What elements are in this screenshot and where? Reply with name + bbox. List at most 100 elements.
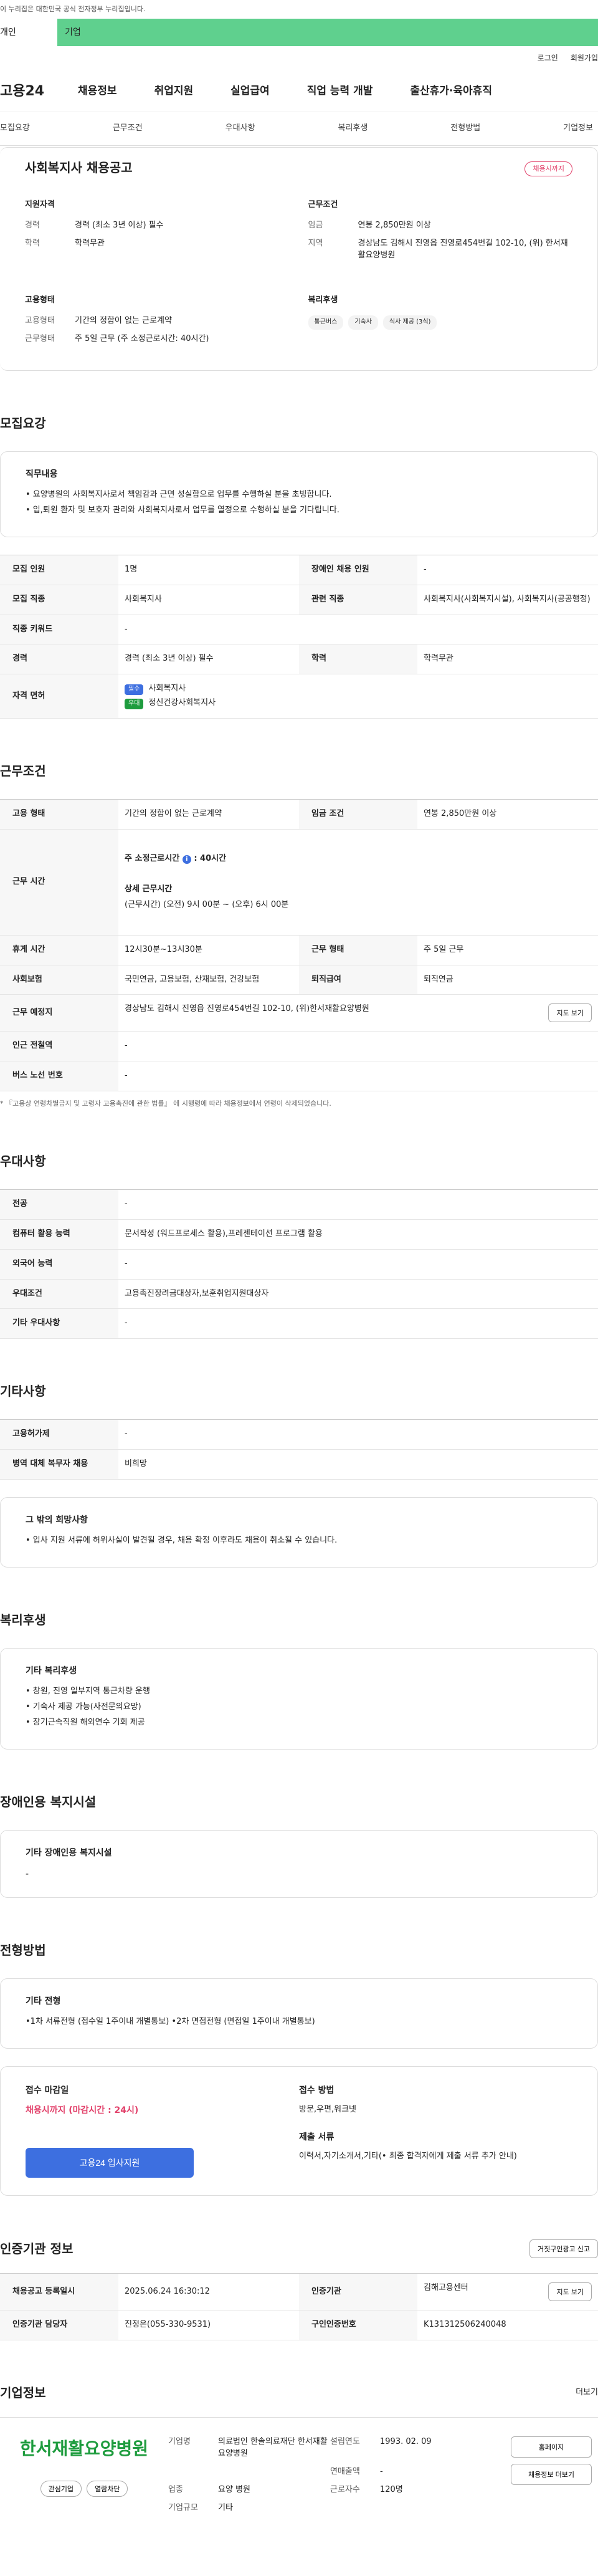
gnb-jobs[interactable]: 채용정보 <box>78 84 117 99</box>
welfare-chip: 통근버스 <box>308 315 344 330</box>
cert-table: 채용공고 등록일시 2025.06.24 16:30:12 인증기관 김해고용센터 지도… <box>0 2273 598 2341</box>
row-value: 국민연금, 고용보험, 산재보험, 건강보험 <box>118 965 299 995</box>
row-key: 모집 직종 <box>0 585 118 615</box>
info-key: 근로자수 <box>330 2484 360 2494</box>
table-row: 인근 전철역 - <box>0 1031 598 1062</box>
gov-banner: 이 누리집은 대한민국 공식 전자정부 누리집입니다. <box>0 5 146 14</box>
apply-button[interactable]: 고용24 입사지원 <box>26 2148 194 2178</box>
benefit-item: • 장기근속직원 해외연수 기회 제공 <box>26 1718 145 1728</box>
anchor-work[interactable]: 근무조건 <box>113 123 143 135</box>
table-row: 전공 - <box>0 1189 598 1220</box>
row-key: 직종 키워드 <box>0 615 118 645</box>
row-key: 휴게 시간 <box>0 935 118 965</box>
benefit-item: • 기숙사 제공 가능(사전문의요망) <box>26 1702 141 1712</box>
row-value: K131312506240048 <box>417 2310 598 2341</box>
info-key: 기업규모 <box>168 2502 198 2512</box>
cert-header: 인증기관 정보 거짓구인광고 신고 <box>0 2239 598 2259</box>
summary-key: 학력 <box>25 238 40 248</box>
table-row: 직종 키워드 - <box>0 615 598 645</box>
summary-key: 임금 <box>308 220 323 230</box>
method-heading: 접수 방법 <box>299 2085 335 2095</box>
summary-qualification: 지원자격 경력 경력 (최소 3년 이상) 필수 학력 학력무관 <box>25 199 290 267</box>
table-row: 버스 노선 번호 - <box>0 1061 598 1092</box>
table-row: 채용공고 등록일시 2025.06.24 16:30:12 인증기관 김해고용센터 지도… <box>0 2273 598 2311</box>
gnb-unemployment-benefit[interactable]: 실업급여 <box>230 84 270 99</box>
info-icon[interactable]: i <box>182 855 191 864</box>
anchor-recruit[interactable]: 모집요강 <box>0 123 30 135</box>
etc-table: 고용허가제 - 병역 대체 복무자 채용 비희망 <box>0 1419 598 1480</box>
table-row: 고용허가제 - <box>0 1419 598 1450</box>
row-key: 컴퓨터 활용 능력 <box>0 1219 118 1250</box>
row-key: 사회보험 <box>0 965 118 995</box>
etc-wish-box: 그 밖의 희망사항 • 입사 지원 서류에 허위사실이 발견될 경우, 채용 확… <box>0 1497 598 1568</box>
other-jobs-button[interactable]: 채용정보 더보기 <box>511 2464 592 2486</box>
disabled-box: 기타 장애인용 복지시설 - <box>0 1829 598 1898</box>
row-value: 1명 <box>118 555 299 585</box>
company-header: 기업정보 더보기 <box>0 2384 598 2402</box>
info-value: 120명 <box>380 2484 403 2494</box>
summary-heading: 복리후생 <box>308 295 338 305</box>
interest-button[interactable]: 관심기업 <box>40 2480 82 2497</box>
info-key: 설립연도 <box>330 2437 360 2447</box>
summary-welfare: 복리후생 통근버스 기숙사 식사 제공 (3식) <box>308 295 573 352</box>
anchor-benefit[interactable]: 복리후생 <box>338 123 368 135</box>
user-type-tabs: 개인 기업 <box>0 19 598 46</box>
report-false-ad-button[interactable]: 거짓구인광고 신고 <box>529 2239 598 2259</box>
process-box: 기타 전형 •1차 서류전형 (접수일 1주이내 개별통보) •2차 면접전형 … <box>0 1978 598 2049</box>
row-value: - <box>118 1249 598 1280</box>
section-anchor-nav: 모집요강 근무조건 우대사항 복리후생 전형방법 기업정보 <box>0 112 598 146</box>
row-key: 버스 노선 번호 <box>0 1061 118 1092</box>
row-key: 경력 <box>0 644 118 675</box>
summary-key: 지역 <box>308 238 323 248</box>
row-value: 비희망 <box>118 1449 598 1480</box>
anchor-process[interactable]: 전형방법 <box>450 123 480 135</box>
job-title: 사회복지사 채용공고 <box>25 160 133 175</box>
row-value: - <box>417 555 598 585</box>
deadline-text: 채용시까지 (마감시간 : 24시) <box>26 2105 139 2116</box>
section-title-disabled: 장애인용 복지시설 <box>0 1794 97 1809</box>
etc-wish-item: • 입사 지원 서류에 허위사실이 발견될 경우, 채용 확정 이후라도 채용이… <box>26 1536 338 1546</box>
anchor-pref[interactable]: 우대사항 <box>225 123 255 135</box>
row-key: 외국어 능력 <box>0 1249 118 1280</box>
apply-card: 접수 마감일 채용시까지 (마감시간 : 24시) 고용24 입사지원 접수 방… <box>0 2066 598 2196</box>
duty-item: • 요양병원의 사회복지사로서 책임감과 근면 성실함으로 업무를 수행하실 분… <box>26 490 332 500</box>
block-button[interactable]: 열람차단 <box>87 2480 128 2497</box>
row-value: 경력 (최소 3년 이상) 필수 <box>118 644 299 675</box>
row-value: 경상남도 김해시 진영읍 진영로454번길 102-10, (위)한서재활요양병… <box>118 994 598 1032</box>
signup-link[interactable]: 회원가입 <box>571 53 598 64</box>
site-logo[interactable]: 고용24 <box>0 82 78 102</box>
row-key: 장애인 채용 인원 <box>299 555 417 585</box>
table-row: 우대조건 고용촉진장려금대상자,보훈취업지원대상자 <box>0 1279 598 1310</box>
gnb-parental-leave[interactable]: 출산휴가·육아휴직 <box>410 84 492 99</box>
gnb-job-training[interactable]: 직업 능력 개발 <box>307 84 373 99</box>
table-row: 인증기관 담당자 진정은(055-330-9531) 구인인증번호 K13131250… <box>0 2310 598 2341</box>
tab-individual[interactable]: 개인 <box>0 19 57 46</box>
duty-item: • 입,퇴원 환자 및 보호자 관리와 사회복지사로서 업무를 열정으로 수행하… <box>26 505 339 515</box>
anchor-company[interactable]: 기업정보 <box>563 123 593 135</box>
section-title-benefit: 복리후생 <box>0 1612 46 1628</box>
docs-text: 이력서,자기소개서,기타(• 최종 합격자에게 제출 서류 추가 안내) <box>299 2152 517 2162</box>
company-actions: 홈페이지 채용정보 더보기 <box>511 2436 598 2514</box>
company-logo: 한서재활요양병원 <box>19 2438 149 2459</box>
login-link[interactable]: 로그인 <box>538 53 558 64</box>
homepage-button[interactable]: 홈페이지 <box>511 2436 592 2458</box>
row-key: 근무 시간 <box>0 829 118 936</box>
row-value: 주 5일 근무 <box>417 935 598 965</box>
table-row: 모집 직종 사회복지사 관련 직종 사회복지사(사회복지시설), 사회복지사(공공행정… <box>0 585 598 615</box>
map-view-button[interactable]: 지도 보기 <box>548 1003 592 1023</box>
company-more-link[interactable]: 더보기 <box>576 2387 598 2399</box>
gnb-employment-support[interactable]: 취업지원 <box>154 84 194 99</box>
row-value: 진정은(055-330-9531) <box>118 2310 299 2341</box>
age-note: * 『고용상 연령차별금지 및 고령자 고용촉진에 관한 법률』 에 시행령에 … <box>0 1099 331 1108</box>
info-value: 의료법인 한솔의료재단 한서재활요양병원 <box>218 2437 328 2458</box>
section-title-cert: 인증기관 정보 <box>0 2241 74 2256</box>
row-value: 사회복지사 <box>118 585 299 615</box>
work-hours-cell: 주 소정근로시간 i : 40시간 상세 근무시간 (근무시간) (오전) 9시… <box>118 829 598 936</box>
section-title-company: 기업정보 <box>0 2385 46 2401</box>
info-key <box>168 2466 218 2478</box>
row-value: 12시30분~13시30분 <box>118 935 299 965</box>
info-key: 연매출액 <box>330 2466 360 2476</box>
tab-corporate[interactable]: 기업 <box>57 19 598 46</box>
cert-map-button[interactable]: 지도 보기 <box>548 2282 592 2302</box>
row-value: - <box>118 1061 598 1092</box>
